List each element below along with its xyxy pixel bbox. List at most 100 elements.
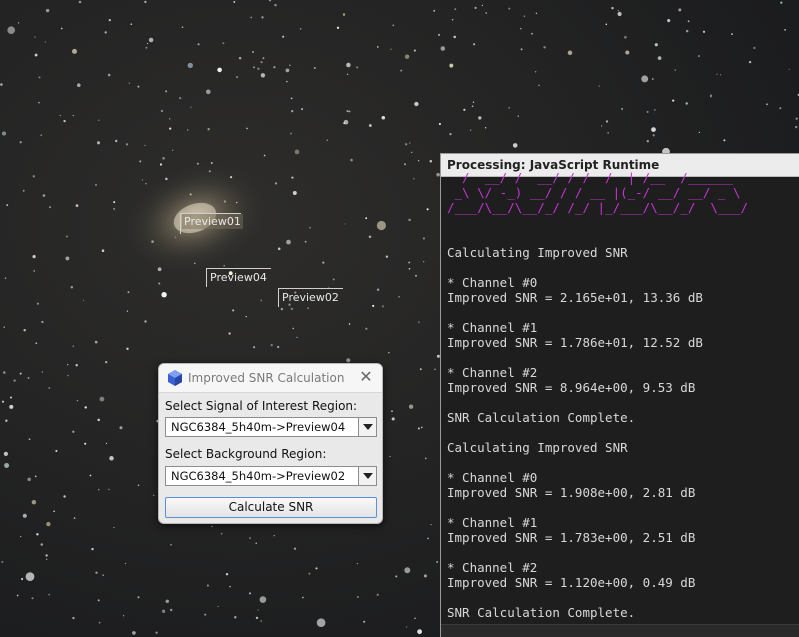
star: [45, 554, 48, 557]
star: [9, 404, 14, 409]
star: [132, 631, 136, 635]
star: [293, 547, 297, 550]
star: [146, 42, 149, 45]
star: [48, 387, 51, 389]
star: [157, 267, 162, 272]
star: [520, 48, 523, 51]
console-ascii-art-line: /___/\__/\__/_/ /_/ |_/___/\__/_/ \___/: [447, 200, 749, 215]
star: [211, 525, 213, 528]
star: [517, 115, 519, 117]
star: [75, 204, 79, 207]
star: [674, 69, 676, 71]
star: [36, 302, 39, 305]
star: [290, 307, 294, 311]
console-horizontal-scrollbar[interactable]: [441, 624, 799, 637]
star: [508, 106, 511, 109]
background-region-select[interactable]: NGC6384_5h40m->Preview02: [165, 466, 377, 486]
console-line: Improved SNR = 1.786e+01, 12.52 dB: [447, 335, 703, 350]
star: [414, 101, 419, 107]
star: [160, 109, 164, 113]
star: [257, 67, 260, 71]
star: [253, 346, 256, 349]
close-icon[interactable]: ✕: [358, 369, 374, 385]
star: [181, 26, 184, 29]
star: [391, 417, 395, 421]
star: [332, 278, 335, 281]
console-line: Calculating Improved SNR: [447, 440, 628, 455]
star: [408, 261, 411, 264]
star: [716, 73, 718, 75]
star: [646, 140, 649, 143]
star: [301, 108, 303, 110]
chevron-down-icon[interactable]: [358, 467, 376, 485]
star: [25, 572, 35, 581]
star: [433, 9, 436, 12]
star: [65, 256, 70, 261]
star: [49, 206, 51, 209]
star: [449, 133, 452, 136]
star: [368, 124, 372, 127]
signal-region-select[interactable]: NGC6384_5h40m->Preview04: [165, 417, 377, 437]
star: [1, 560, 4, 564]
star: [408, 404, 414, 409]
star: [657, 56, 662, 60]
star: [19, 141, 22, 144]
star: [277, 247, 281, 251]
star: [95, 184, 97, 186]
console-output[interactable]: / __/ / __/ / / / | /__ /______ _\ \/ -_…: [447, 170, 799, 623]
star: [363, 620, 366, 623]
star: [161, 609, 166, 613]
star: [389, 455, 391, 458]
star: [99, 396, 105, 402]
preview02-marker[interactable]: Preview02: [278, 288, 343, 307]
star: [617, 9, 620, 12]
chevron-down-icon[interactable]: [358, 418, 376, 436]
dialog-titlebar[interactable]: Improved SNR Calculation ✕: [159, 364, 382, 393]
star: [67, 363, 69, 366]
star: [55, 449, 58, 453]
calculate-snr-button[interactable]: Calculate SNR: [165, 497, 377, 518]
star: [137, 484, 140, 487]
star: [672, 99, 675, 102]
star: [72, 48, 77, 54]
star: [45, 558, 48, 561]
star: [31, 499, 37, 505]
star: [520, 28, 522, 30]
star: [21, 577, 24, 581]
star: [698, 131, 701, 134]
star: [3, 371, 6, 374]
star: [422, 261, 425, 263]
star: [794, 125, 798, 129]
star: [417, 160, 420, 162]
preview01-marker[interactable]: Preview01: [180, 213, 243, 234]
star: [165, 599, 170, 604]
star: [322, 261, 325, 264]
star: [538, 84, 540, 86]
star: [141, 179, 143, 181]
star: [273, 534, 275, 537]
star: [119, 426, 123, 430]
star: [282, 35, 285, 38]
star: [210, 162, 213, 164]
star: [34, 475, 37, 478]
star: [654, 109, 656, 111]
star: [107, 73, 111, 77]
star: [365, 327, 368, 330]
star: [567, 50, 573, 56]
star: [261, 16, 264, 19]
star: [605, 23, 608, 26]
star: [388, 351, 390, 354]
star: [72, 616, 75, 620]
preview04-marker[interactable]: Preview04: [206, 268, 271, 287]
star: [32, 254, 36, 259]
star: [437, 33, 441, 36]
star: [232, 309, 235, 312]
star: [315, 567, 318, 570]
star: [381, 305, 384, 308]
star: [144, 144, 146, 147]
star: [309, 226, 311, 229]
star: [16, 594, 19, 597]
star: [97, 599, 100, 602]
star: [404, 54, 410, 59]
